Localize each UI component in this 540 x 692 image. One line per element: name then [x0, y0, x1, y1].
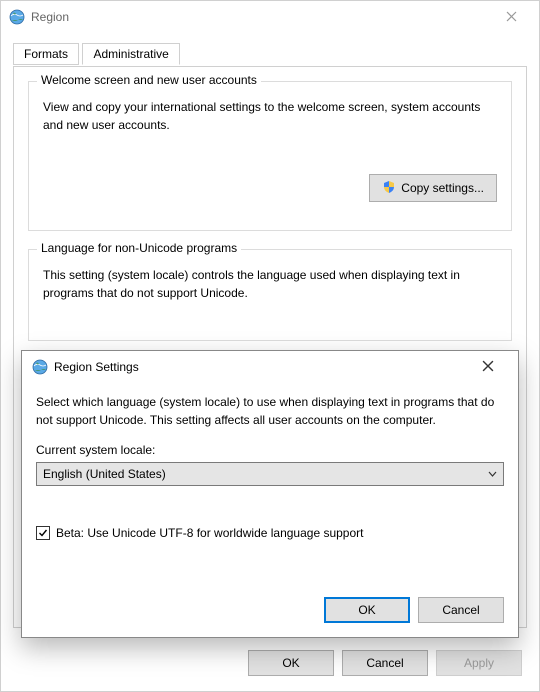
utf8-checkbox-row: Beta: Use Unicode UTF-8 for worldwide la… — [36, 526, 504, 540]
group-welcome-title: Welcome screen and new user accounts — [37, 73, 261, 87]
window-title: Region — [31, 10, 491, 24]
dialog-cancel-button[interactable]: Cancel — [418, 597, 504, 623]
dialog-button-row: OK Cancel — [324, 597, 504, 623]
dialog-button-row: OK Cancel Apply — [248, 650, 522, 676]
tab-formats[interactable]: Formats — [13, 43, 79, 65]
shield-icon — [382, 180, 396, 197]
group-welcome: Welcome screen and new user accounts Vie… — [28, 81, 512, 231]
apply-button[interactable]: Apply — [436, 650, 522, 676]
group-non-unicode-title: Language for non-Unicode programs — [37, 241, 241, 255]
ok-button[interactable]: OK — [248, 650, 334, 676]
close-icon[interactable] — [491, 9, 531, 25]
utf8-checkbox[interactable] — [36, 526, 50, 540]
dialog-titlebar: Region Settings — [22, 351, 518, 383]
chevron-down-icon — [488, 469, 497, 480]
tab-strip: Formats Administrative — [13, 43, 527, 67]
cancel-button[interactable]: Cancel — [342, 650, 428, 676]
tab-administrative[interactable]: Administrative — [82, 43, 179, 65]
locale-label: Current system locale: — [36, 443, 504, 457]
dialog-ok-button[interactable]: OK — [324, 597, 410, 623]
group-non-unicode: Language for non-Unicode programs This s… — [28, 249, 512, 341]
group-non-unicode-text: This setting (system locale) controls th… — [43, 266, 497, 302]
titlebar: Region — [1, 1, 539, 33]
globe-icon — [32, 359, 48, 375]
globe-icon — [9, 9, 25, 25]
dialog-close-icon[interactable] — [468, 359, 508, 376]
copy-settings-button[interactable]: Copy settings... — [369, 174, 497, 202]
group-welcome-text: View and copy your international setting… — [43, 98, 497, 134]
dialog-text: Select which language (system locale) to… — [36, 393, 504, 429]
dialog-body: Select which language (system locale) to… — [22, 383, 518, 550]
dialog-title: Region Settings — [54, 360, 468, 374]
locale-value: English (United States) — [43, 467, 166, 481]
utf8-checkbox-label: Beta: Use Unicode UTF-8 for worldwide la… — [56, 526, 364, 540]
copy-settings-label: Copy settings... — [401, 181, 484, 195]
locale-dropdown[interactable]: English (United States) — [36, 462, 504, 486]
region-settings-dialog: Region Settings Select which language (s… — [21, 350, 519, 638]
